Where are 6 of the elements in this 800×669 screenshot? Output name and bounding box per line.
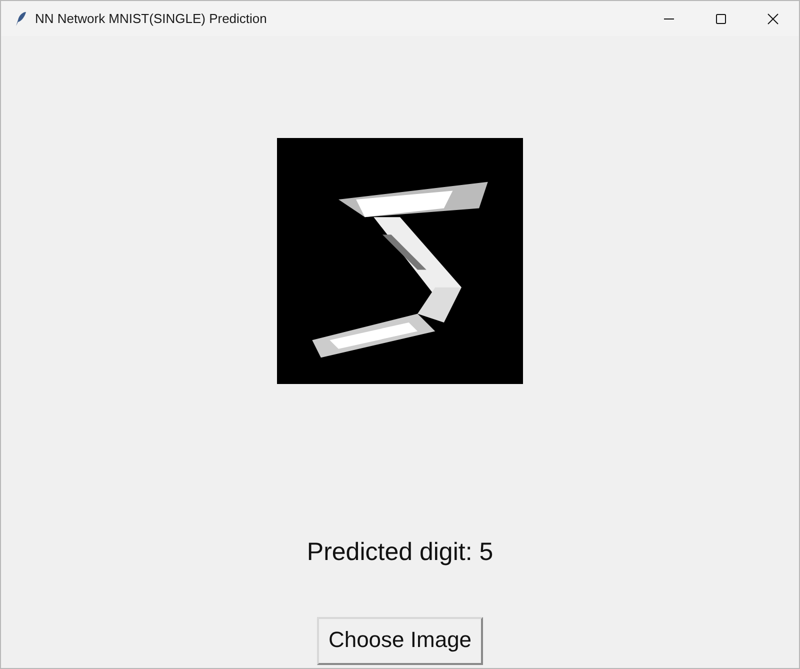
feather-icon [13,10,27,26]
close-icon[interactable] [767,12,779,24]
prediction-label: Predicted digit: 5 [306,538,494,567]
window-title: NN Network MNIST(SINGLE) Prediction [35,11,267,26]
choose-image-button[interactable]: Choose Image [317,617,483,665]
maximize-icon[interactable] [715,12,727,24]
